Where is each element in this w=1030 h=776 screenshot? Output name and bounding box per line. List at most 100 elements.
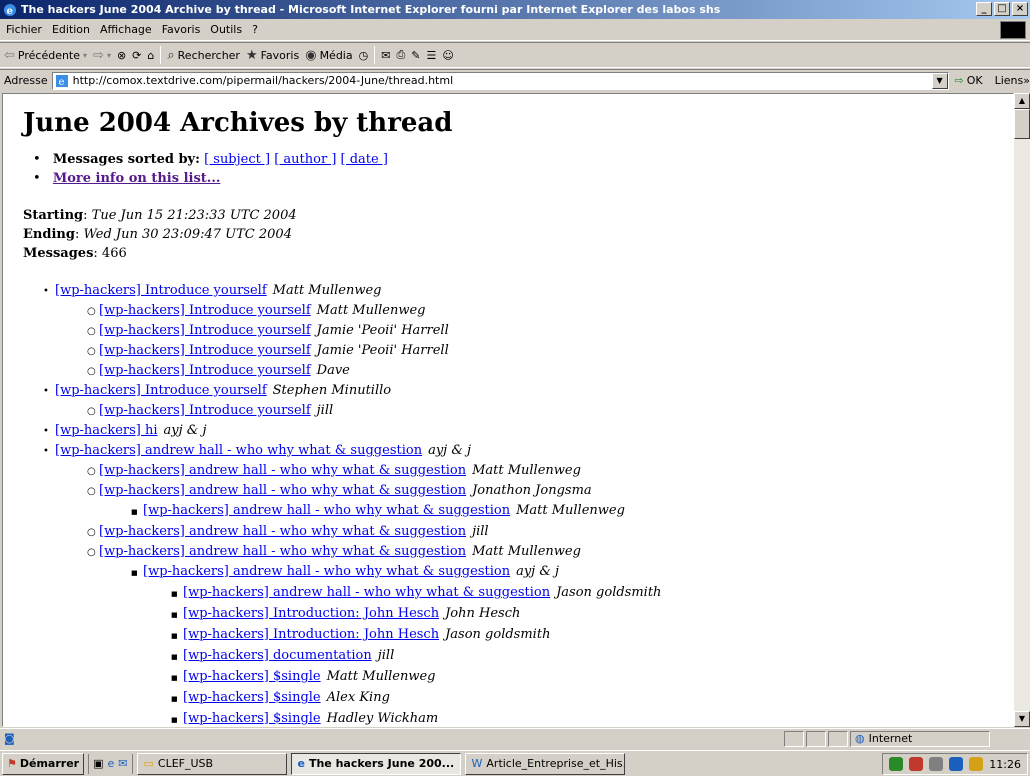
thread-subject-link[interactable]: [wp-hackers] andrew hall - who why what …: [99, 524, 466, 539]
thread-author: Dave: [316, 363, 350, 378]
thread-author: Matt Mullenweg: [272, 283, 382, 298]
minimize-button[interactable]: _: [976, 2, 992, 16]
thread-subject-link[interactable]: [wp-hackers] hi: [55, 423, 158, 438]
tray-icon[interactable]: [909, 757, 924, 771]
thread-subject-link[interactable]: [wp-hackers] andrew hall - who why what …: [143, 503, 510, 518]
edit-icon[interactable]: ✎: [411, 49, 420, 62]
thread-subject-link[interactable]: [wp-hackers] Introduction: John Hesch: [183, 627, 439, 642]
messages-count: 466: [101, 246, 127, 261]
thread-subject-link[interactable]: [wp-hackers] Introduce yourself: [55, 283, 267, 298]
thread-item: ○ [wp-hackers] Introduce yourself jill: [87, 401, 1013, 421]
favorites-folder-icon: ★: [245, 47, 258, 63]
standard-toolbar: ⇦ Précédente ▾ ⇨ ▾ ⊗ ⟳ ⌂ ⌕ Rechercher ★ …: [0, 42, 1030, 68]
thread-subject-link[interactable]: [wp-hackers] Introduce yourself: [99, 363, 311, 378]
vertical-scrollbar[interactable]: ▲ ▼: [1014, 93, 1030, 727]
list-bullet: ○: [87, 306, 96, 317]
network-icon[interactable]: [949, 757, 964, 771]
messenger-icon[interactable]: ☺: [442, 49, 453, 62]
refresh-icon[interactable]: ⟳: [132, 49, 141, 62]
scroll-up-button[interactable]: ▲: [1014, 93, 1030, 109]
maximize-button[interactable]: □: [994, 2, 1010, 16]
thread-author: Hadley Wickham: [326, 711, 439, 726]
thread-subject-link[interactable]: [wp-hackers] $single: [183, 669, 321, 684]
window-titlebar[interactable]: e The hackers June 2004 Archive by threa…: [0, 0, 1030, 19]
sort-by-date-link[interactable]: [ date ]: [341, 152, 388, 167]
sort-by-author-link[interactable]: [ author ]: [274, 152, 336, 167]
favorites-button[interactable]: ★ Favoris: [246, 48, 299, 63]
print-icon[interactable]: ⎙: [396, 48, 405, 62]
thread-item: ■ [wp-hackers] andrew hall - who why what…: [131, 501, 1013, 522]
media-button[interactable]: ◉ Média: [305, 48, 352, 63]
menu-affichage[interactable]: Affichage: [100, 23, 152, 36]
thread-item: • [wp-hackers] Introduce yourself Matt Mul…: [43, 281, 1013, 301]
list-bullet: ■: [171, 611, 178, 619]
outlook-icon[interactable]: ✉: [118, 757, 127, 770]
nav-list: Messages sorted by: [ subject ] [ author…: [47, 150, 1013, 188]
sort-options: Messages sorted by: [ subject ] [ author…: [47, 150, 1013, 169]
thread-subject-link[interactable]: [wp-hackers] documentation: [183, 648, 372, 663]
thread-author: ayj & j: [428, 443, 472, 458]
thread-subject-link[interactable]: [wp-hackers] Introduce yourself: [99, 323, 311, 338]
forward-button[interactable]: ⇨ ▾: [93, 48, 111, 63]
menu-edition[interactable]: Edition: [52, 23, 90, 36]
quick-launch: ▣ e ✉: [88, 753, 133, 774]
thread-subject-link[interactable]: [wp-hackers] Introduce yourself: [99, 343, 311, 358]
chevron-down-icon: ▾: [83, 50, 88, 60]
volume-icon[interactable]: [929, 757, 944, 771]
thread-author: ayj & j: [516, 564, 560, 579]
chevron-right-icon[interactable]: »: [1023, 74, 1030, 87]
page-icon: e: [55, 74, 68, 88]
address-dropdown-button[interactable]: ▼: [931, 72, 948, 89]
scroll-down-button[interactable]: ▼: [1014, 711, 1030, 727]
discuss-icon[interactable]: ☰: [426, 49, 436, 62]
thread-subject-link[interactable]: [wp-hackers] andrew hall - who why what …: [143, 564, 510, 579]
links-button[interactable]: Liens: [995, 74, 1024, 87]
more-info-item: More info on this list...: [47, 169, 1013, 188]
thread-subject-link[interactable]: [wp-hackers] andrew hall - who why what …: [99, 483, 466, 498]
menu-fichier[interactable]: Fichier: [6, 23, 42, 36]
list-bullet: ■: [171, 674, 178, 682]
menu-help[interactable]: ?: [252, 23, 258, 36]
thread-subject-link[interactable]: [wp-hackers] $single: [183, 690, 321, 705]
history-icon[interactable]: ◷: [359, 49, 369, 62]
sort-by-subject-link[interactable]: [ subject ]: [204, 152, 270, 167]
thread-subject-link[interactable]: [wp-hackers] Introduce yourself: [99, 403, 311, 418]
thread-subject-link[interactable]: [wp-hackers] Introduce yourself: [99, 303, 311, 318]
list-bullet: •: [43, 286, 49, 297]
menu-favoris[interactable]: Favoris: [162, 23, 201, 36]
tray-icon[interactable]: [969, 757, 984, 771]
more-info-link[interactable]: More info on this list...: [53, 171, 221, 186]
thread-author: John Hesch: [445, 606, 521, 621]
thread-subject-link[interactable]: [wp-hackers] andrew hall - who why what …: [99, 463, 466, 478]
address-input[interactable]: e http://comox.textdrive.com/pipermail/h…: [51, 71, 949, 90]
thread-item: ○ [wp-hackers] Introduce yourself Jamie 'P…: [87, 321, 1013, 341]
task-word-document[interactable]: W Article_Entreprise_et_His...: [464, 752, 625, 775]
thread-subject-link[interactable]: [wp-hackers] andrew hall - who why what …: [99, 544, 466, 559]
windows-logo-icon: [1000, 21, 1026, 39]
thread-subject-link[interactable]: [wp-hackers] Introduce yourself: [55, 383, 267, 398]
thread-author: Stephen Minutillo: [272, 383, 392, 398]
thread-item: ○ [wp-hackers] andrew hall - who why what…: [87, 522, 1013, 542]
mail-icon[interactable]: ✉: [381, 49, 390, 62]
home-icon[interactable]: ⌂: [147, 49, 154, 62]
task-hackers-archive[interactable]: e The hackers June 200...: [290, 752, 461, 775]
list-bullet: •: [43, 426, 49, 437]
start-button[interactable]: ⚑ Démarrer: [2, 752, 85, 775]
task-clef-usb[interactable]: ▭ CLEF_USB: [136, 752, 287, 775]
scroll-thumb[interactable]: [1014, 109, 1030, 139]
list-bullet: ■: [171, 653, 178, 661]
go-button[interactable]: ⇨ OK: [955, 74, 983, 87]
thread-subject-link[interactable]: [wp-hackers] Introduction: John Hesch: [183, 606, 439, 621]
back-button[interactable]: ⇦ Précédente ▾: [4, 48, 87, 63]
thread-subject-link[interactable]: [wp-hackers] andrew hall - who why what …: [55, 443, 422, 458]
stop-icon[interactable]: ⊗: [117, 49, 126, 62]
close-button[interactable]: ×: [1012, 2, 1028, 16]
internet-explorer-icon[interactable]: e: [108, 757, 115, 770]
thread-subject-link[interactable]: [wp-hackers] andrew hall - who why what …: [183, 585, 550, 600]
tray-icon[interactable]: [889, 757, 904, 771]
menu-outils[interactable]: Outils: [210, 23, 242, 36]
desktop-icon[interactable]: ▣: [93, 757, 103, 770]
thread-item: ○ [wp-hackers] andrew hall - who why what…: [87, 542, 1013, 562]
thread-subject-link[interactable]: [wp-hackers] $single: [183, 711, 321, 726]
search-button[interactable]: ⌕ Rechercher: [167, 48, 240, 63]
